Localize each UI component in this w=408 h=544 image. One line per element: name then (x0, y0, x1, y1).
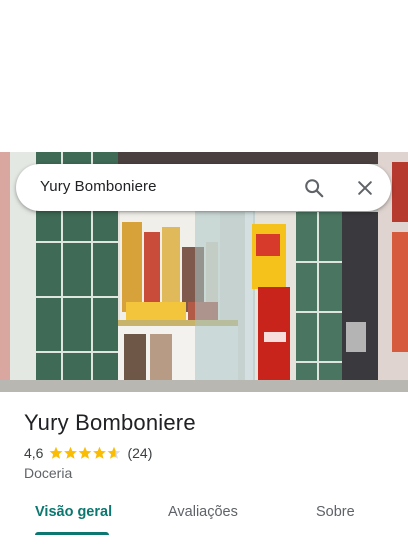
star-icon (50, 446, 63, 459)
rating-value: 4,6 (24, 445, 44, 461)
close-icon[interactable] (352, 175, 378, 201)
search-input[interactable]: Yury Bomboniere (40, 178, 157, 195)
place-tabs: Visão geral Avaliações Sobre (0, 492, 408, 536)
active-tab-indicator (35, 532, 109, 535)
place-title: Yury Bomboniere (24, 410, 196, 435)
tab-about[interactable]: Sobre (316, 504, 355, 520)
star-icon (79, 446, 92, 459)
tab-overview[interactable]: Visão geral (35, 504, 112, 520)
review-count[interactable]: (24) (127, 445, 152, 461)
star-icon (93, 446, 107, 459)
half-star-icon (108, 446, 121, 459)
tab-reviews[interactable]: Avaliações (168, 504, 238, 520)
search-icon[interactable] (301, 175, 327, 201)
search-bar[interactable]: Yury Bomboniere (16, 164, 391, 211)
place-category[interactable]: Doceria (24, 465, 72, 481)
star-icon (64, 446, 78, 459)
rating-row[interactable]: 4,6 (24) (24, 444, 152, 462)
rating-stars (49, 446, 121, 460)
